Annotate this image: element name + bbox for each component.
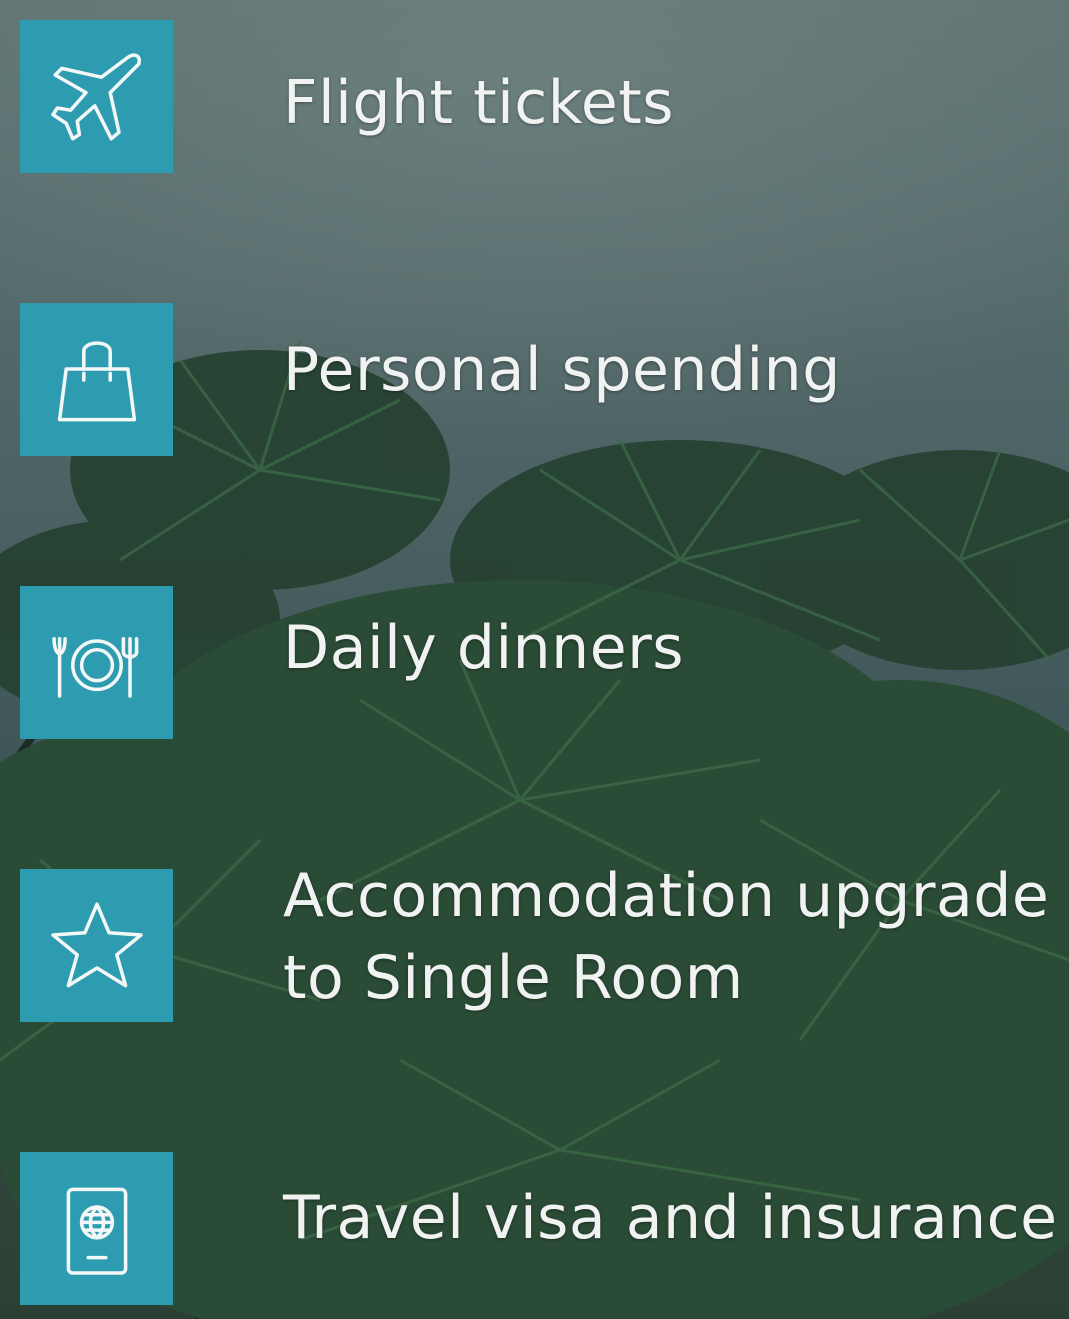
item-label-accommodation-upgrade: Accommodation upgrade to Single Room <box>283 855 1063 1019</box>
shopping-bag-icon <box>20 303 173 456</box>
list-item-travel-visa <box>20 1152 173 1305</box>
passport-icon <box>20 1152 173 1305</box>
item-label-flight-tickets: Flight tickets <box>283 68 675 138</box>
item-label-daily-dinners: Daily dinners <box>283 613 685 683</box>
list-item-personal-spending <box>20 303 173 456</box>
item-label-line-2: to Single Room <box>283 943 744 1013</box>
list-item-flight-tickets <box>20 20 173 173</box>
star-icon <box>20 869 173 1022</box>
item-label-personal-spending: Personal spending <box>283 335 841 405</box>
airplane-icon <box>20 20 173 173</box>
plate-cutlery-icon <box>20 586 173 739</box>
list-item-daily-dinners <box>20 586 173 739</box>
list-item-accommodation-upgrade <box>20 869 173 1022</box>
travel-inclusions-panel: Flight tickets Personal spending Daily d… <box>0 0 1069 1319</box>
item-label-line-1: Accommodation upgrade <box>283 861 1050 931</box>
item-label-travel-visa: Travel visa and insurance <box>283 1183 1058 1253</box>
